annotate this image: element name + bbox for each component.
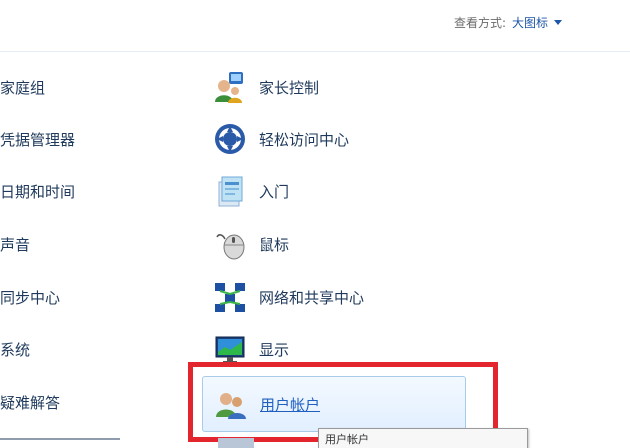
view-by: 查看方式: 大图标: [454, 14, 562, 31]
tooltip: 用户帐户: [318, 428, 528, 448]
ease-of-access-icon[interactable]: [212, 121, 248, 157]
control-item-sound[interactable]: 声音: [0, 221, 30, 267]
view-by-label: 查看方式:: [453, 16, 506, 30]
control-item-network-sharing[interactable]: 网络和共享中心: [212, 274, 364, 320]
control-item-label[interactable]: 日期和时间: [0, 181, 75, 202]
control-item-date-time[interactable]: 日期和时间: [0, 168, 75, 214]
partial-row-right: [218, 438, 254, 448]
tooltip-text: 用户帐户: [325, 433, 369, 446]
control-item-label[interactable]: 同步中心: [0, 287, 60, 308]
partial-row-left: [0, 438, 120, 448]
control-item-homegroup[interactable]: 家庭组: [0, 64, 45, 110]
control-item-label[interactable]: 入门: [259, 181, 289, 202]
control-item-label[interactable]: 声音: [0, 234, 30, 255]
control-item-troubleshooting[interactable]: 疑难解答: [0, 379, 60, 425]
control-item-label[interactable]: 家庭组: [0, 77, 45, 98]
control-item-label[interactable]: 鼠标: [259, 234, 289, 255]
view-by-dropdown[interactable]: 大图标: [512, 14, 562, 31]
getting-started-icon[interactable]: [212, 173, 248, 209]
control-item-system[interactable]: 系统: [0, 326, 30, 372]
mouse-icon[interactable]: [212, 226, 248, 262]
view-by-value[interactable]: 大图标: [512, 14, 548, 31]
control-item-label[interactable]: 系统: [0, 339, 30, 360]
toolbar-header: 查看方式: 大图标: [0, 0, 630, 52]
control-item-sync-center[interactable]: 同步中心: [0, 274, 60, 320]
control-item-ease-of-access[interactable]: 轻松访问中心: [212, 116, 349, 162]
control-item-mouse[interactable]: 鼠标: [212, 221, 289, 267]
parental-controls-icon[interactable]: [212, 69, 248, 105]
network-icon[interactable]: [212, 279, 248, 315]
control-item-label[interactable]: 凭据管理器: [0, 129, 75, 150]
control-item-label[interactable]: 显示: [259, 339, 289, 360]
control-item-label[interactable]: 轻松访问中心: [259, 129, 349, 150]
control-item-label[interactable]: 网络和共享中心: [259, 287, 364, 308]
control-item-credential-manager[interactable]: 凭据管理器: [0, 116, 75, 162]
control-item-getting-started[interactable]: 入门: [212, 168, 289, 214]
chevron-down-icon[interactable]: [554, 20, 562, 25]
control-item-label[interactable]: 疑难解答: [0, 392, 60, 413]
control-item-parental-controls[interactable]: 家长控制: [212, 64, 319, 110]
control-item-label[interactable]: 家长控制: [259, 77, 319, 98]
